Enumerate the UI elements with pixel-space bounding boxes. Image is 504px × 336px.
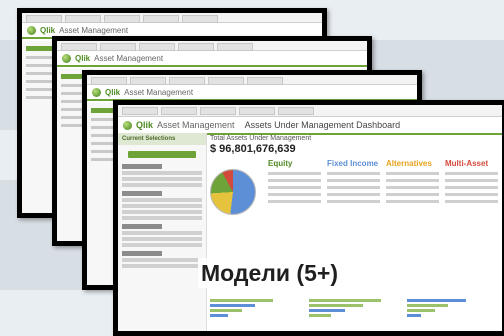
main-title: Total Assets Under Management bbox=[210, 135, 312, 142]
dashboard-thumbnail-front: Qlik Asset Management Assets Under Manag… bbox=[113, 100, 504, 336]
app-header: Qlik Asset Management bbox=[57, 51, 367, 67]
total-aum-value: $ 96,801,676,639 bbox=[210, 143, 296, 155]
investment-mix-pie bbox=[210, 169, 256, 215]
qlik-logo-icon bbox=[123, 120, 132, 130]
app-header: Qlik Asset Management bbox=[87, 85, 417, 101]
browser-tabs bbox=[87, 75, 417, 85]
column-header-alternatives: Alternatives bbox=[386, 159, 432, 168]
browser-tabs bbox=[22, 13, 322, 23]
column-header-fixed-income: Fixed Income bbox=[327, 159, 379, 168]
brand-suffix: Asset Management bbox=[124, 87, 194, 97]
dashboard-main: Total Assets Under Management $ 96,801,6… bbox=[210, 135, 498, 331]
region-bar-charts bbox=[210, 299, 498, 327]
column-header-equity: Equity bbox=[268, 159, 293, 168]
clear-all-button[interactable] bbox=[128, 151, 196, 158]
qlik-logo-icon bbox=[92, 87, 101, 97]
brand-name: Qlik bbox=[105, 87, 121, 97]
browser-tabs bbox=[57, 41, 367, 51]
dashboard-title: Assets Under Management Dashboard bbox=[244, 120, 401, 130]
qlik-logo-icon bbox=[27, 25, 36, 35]
current-selections-header: Current Selections bbox=[118, 133, 206, 145]
brand-name: Qlik bbox=[40, 25, 56, 35]
brand-suffix: Asset Management bbox=[59, 25, 129, 35]
column-multi-asset: Multi-Asset bbox=[445, 159, 498, 207]
brand-suffix: Asset Management bbox=[157, 120, 235, 130]
column-fixed-income: Fixed Income bbox=[327, 159, 380, 207]
brand-name: Qlik bbox=[75, 53, 91, 63]
qlik-logo-icon bbox=[62, 53, 71, 63]
column-equity: Equity bbox=[268, 159, 321, 207]
browser-tabs bbox=[118, 105, 502, 117]
models-caption: Модели (5+) bbox=[198, 258, 341, 288]
brand-name: Qlik bbox=[136, 120, 154, 130]
column-alternatives: Alternatives bbox=[386, 159, 439, 207]
brand-suffix: Asset Management bbox=[94, 53, 164, 63]
column-header-multi-asset: Multi-Asset bbox=[445, 159, 489, 168]
asset-class-columns: Equity Fixed Income Alternatives Multi-A… bbox=[268, 159, 498, 207]
current-selections-panel: Current Selections bbox=[118, 133, 207, 331]
